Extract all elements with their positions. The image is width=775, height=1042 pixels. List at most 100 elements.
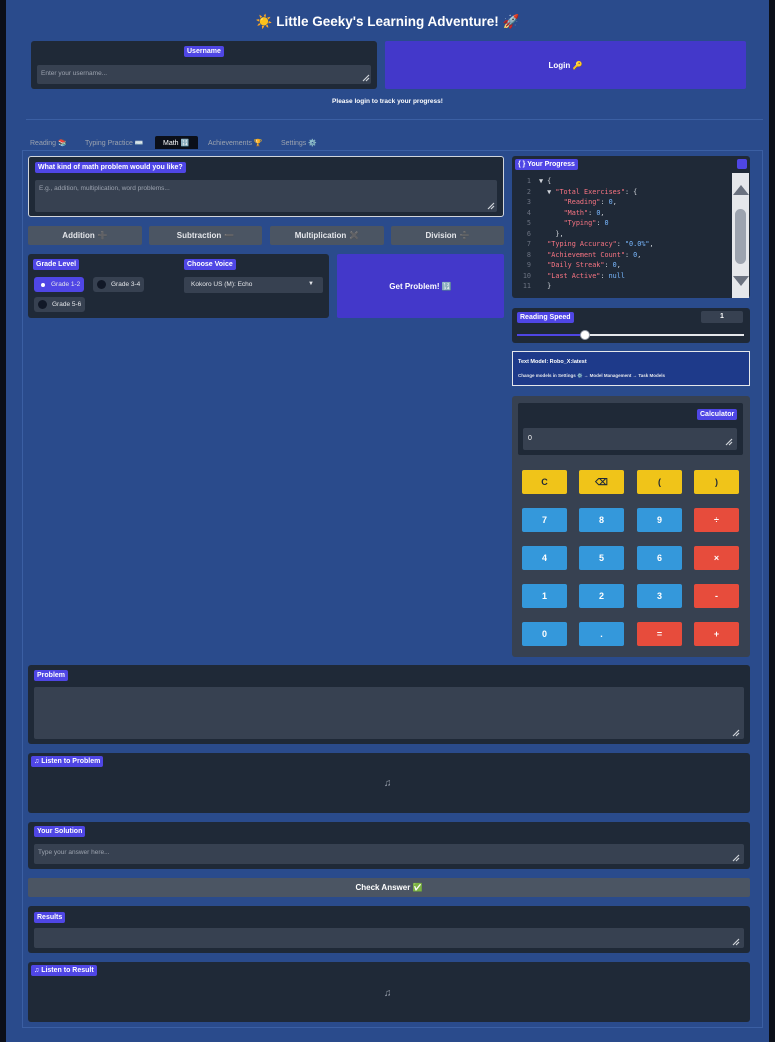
resize-grip-icon[interactable] <box>362 74 370 82</box>
calc-key[interactable]: . <box>579 622 624 646</box>
tab-typing-practice[interactable]: Typing Practice ⌨️ <box>81 136 148 149</box>
json-content: ▼ { <box>539 177 552 185</box>
division-label: Division <box>425 231 457 240</box>
scroll-down-icon[interactable] <box>733 276 749 286</box>
scrollbar[interactable] <box>732 173 749 298</box>
json-line: 9 "Daily Streak": 0, <box>517 260 729 271</box>
subtraction-label: Subtraction <box>176 231 222 240</box>
get-problem-button[interactable]: Get Problem! 🔢 <box>337 254 504 318</box>
calc-key[interactable]: 7 <box>522 508 567 532</box>
math-prompt-label: What kind of math problem would you like… <box>35 162 186 173</box>
calc-key[interactable]: = <box>637 622 682 646</box>
addition-label: Addition <box>62 231 95 240</box>
calc-key[interactable]: 3 <box>637 584 682 608</box>
grade-1-2-label: Grade 1-2 <box>51 281 81 288</box>
scroll-up-icon[interactable] <box>733 185 749 195</box>
reading-speed-slider[interactable] <box>580 330 591 340</box>
calc-key[interactable]: 1 <box>522 584 567 608</box>
line-number: 2 <box>526 187 531 196</box>
addition-button[interactable]: Addition ➕ <box>28 226 142 245</box>
calc-key[interactable]: + <box>694 622 739 646</box>
voice-select-value: Kokoro US (M): Echo <box>191 281 253 288</box>
solution-panel: Your Solution Type your answer here... <box>28 822 750 869</box>
calc-key[interactable]: ⌫ <box>579 470 624 494</box>
json-line: 5 "Typing": 0 <box>517 218 729 229</box>
tab-reading[interactable]: Reading 📚 <box>26 136 71 149</box>
json-line: 3 "Reading": 0, <box>517 197 729 208</box>
json-line: 11 } <box>517 281 729 292</box>
radio-dot-icon <box>38 300 47 309</box>
solution-input[interactable]: Type your answer here... <box>34 844 744 864</box>
resize-grip-icon[interactable] <box>732 854 740 862</box>
resize-grip-icon[interactable] <box>732 729 740 737</box>
login-button[interactable]: Login 🔑 <box>385 41 746 89</box>
listen-result-panel: ♫ Listen to Result ♫ <box>28 962 750 1022</box>
json-line: 2 ▼ "Total Exercises": { <box>517 187 729 198</box>
reading-speed-value[interactable]: 1 <box>701 311 743 323</box>
grade-1-2-radio[interactable]: Grade 1-2 <box>34 277 85 292</box>
line-number: 8 <box>526 250 531 259</box>
json-content: "Math": 0, <box>563 208 605 217</box>
tab-settings[interactable]: Settings ⚙️ <box>277 136 321 149</box>
copy-icon[interactable] <box>737 159 747 169</box>
calc-key[interactable]: ) <box>694 470 739 494</box>
math-prompt-input[interactable]: E.g., addition, multiplication, word pro… <box>35 180 497 212</box>
results-label: Results <box>34 912 66 923</box>
line-number: 5 <box>526 219 531 227</box>
grade-3-4-radio[interactable]: Grade 3-4 <box>93 277 145 292</box>
login-status: Please login to track your progress! <box>332 98 443 105</box>
calculator-display[interactable]: 0 <box>523 428 737 450</box>
check-answer-button[interactable]: Check Answer ✅ <box>28 878 750 897</box>
progress-label: { } Your Progress <box>515 159 578 170</box>
json-line: 1 ▼ { <box>517 176 729 187</box>
subtraction-button[interactable]: Subtraction ➖ <box>149 226 262 245</box>
problem-panel: Problem <box>28 665 750 744</box>
username-input[interactable]: Enter your username... <box>37 65 371 84</box>
line-number: 7 <box>526 240 531 248</box>
calc-key[interactable]: × <box>694 546 739 570</box>
line-number: 9 <box>526 261 531 269</box>
reading-speed-label: Reading Speed <box>517 312 574 323</box>
json-content: "Typing Accuracy": "0.0%", <box>547 240 654 248</box>
json-line: 7 "Typing Accuracy": "0.0%", <box>517 239 729 250</box>
calc-key[interactable]: 5 <box>579 546 624 570</box>
calc-key[interactable]: ÷ <box>694 508 739 532</box>
calc-key[interactable]: 8 <box>579 508 624 532</box>
grade-5-6-radio[interactable]: Grade 5-6 <box>34 297 86 312</box>
calc-key[interactable]: 4 <box>522 546 567 570</box>
calc-key[interactable]: 9 <box>637 508 682 532</box>
division-button[interactable]: Division ➗ <box>391 226 504 245</box>
line-number: 10 <box>522 271 531 280</box>
voice-select[interactable]: Kokoro US (M): Echo ▼ <box>184 277 323 293</box>
json-line: 8 "Achievement Count": 0, <box>517 250 729 261</box>
problem-output <box>34 687 744 739</box>
calc-key[interactable]: - <box>694 584 739 608</box>
calc-key[interactable]: ( <box>637 470 682 494</box>
username-label: Username <box>184 46 224 57</box>
json-content: "Reading": 0, <box>563 198 617 206</box>
reading-speed-panel: Reading Speed 1 <box>512 308 750 343</box>
multiplication-button[interactable]: Multiplication ✖️ <box>270 226 384 245</box>
tab-achievements[interactable]: Achievements 🏆 <box>204 136 267 149</box>
multiplication-label: Multiplication <box>294 231 347 240</box>
resize-grip-icon[interactable] <box>725 438 733 446</box>
calc-key[interactable]: C <box>522 470 567 494</box>
resize-grip-icon[interactable] <box>487 202 495 210</box>
calculator-label: Calculator <box>697 409 738 420</box>
json-content: } <box>539 282 552 290</box>
json-content: "Daily Streak": 0, <box>547 261 621 269</box>
scroll-thumb[interactable] <box>735 209 746 264</box>
json-line: 10 "Last Active": null <box>517 271 729 282</box>
calculator-display-panel: Calculator 0 <box>518 403 743 455</box>
results-panel: Results <box>28 906 750 953</box>
line-number: 1 <box>526 177 531 185</box>
text-model-line: Text Model: Robo_X:latest <box>518 359 587 365</box>
tab-math[interactable]: Math 🔢 <box>155 136 198 149</box>
calc-key[interactable]: 0 <box>522 622 567 646</box>
reading-speed-fill <box>517 334 586 336</box>
calc-key[interactable]: 2 <box>579 584 624 608</box>
calc-key[interactable]: 6 <box>637 546 682 570</box>
grade-5-6-label: Grade 5-6 <box>52 301 82 308</box>
listen-problem-panel: ♫ Listen to Problem ♫ <box>28 753 750 813</box>
resize-grip-icon[interactable] <box>732 938 740 946</box>
